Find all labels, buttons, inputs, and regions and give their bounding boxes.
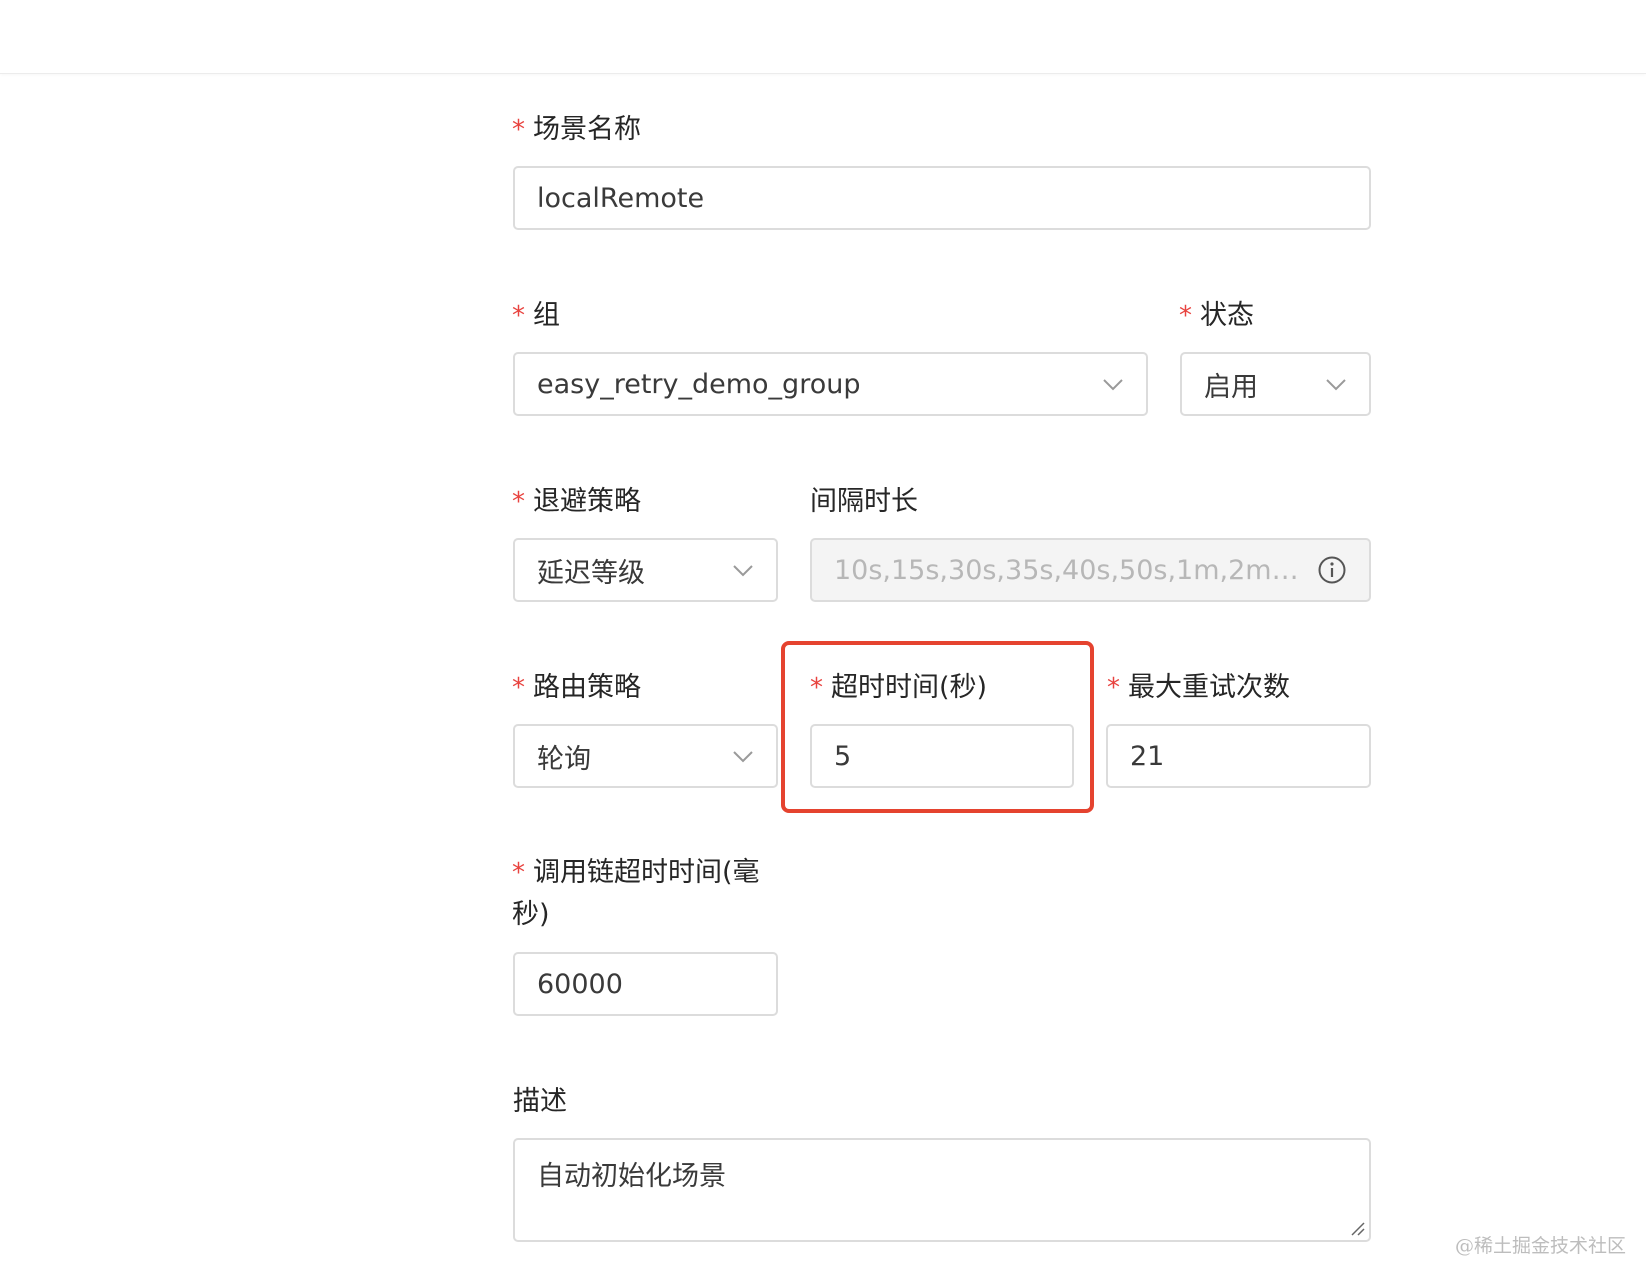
scene-name-label: * 场景名称 — [512, 110, 641, 150]
top-bar — [0, 0, 1646, 74]
group-select[interactable]: easy_retry_demo_group — [513, 352, 1148, 416]
status-label: * 状态 — [1179, 296, 1254, 336]
max-retry-value: 21 — [1130, 740, 1165, 772]
trace-timeout-label: * 调用链超时时间(毫秒) — [512, 852, 782, 936]
scene-name-value: localRemote — [537, 182, 705, 214]
required-mark: * — [512, 115, 525, 145]
status-label-text: 状态 — [1200, 300, 1254, 331]
description-value: 自动初始化场景 — [537, 1161, 726, 1192]
group-value: easy_retry_demo_group — [537, 368, 861, 400]
max-retry-label-text: 最大重试次数 — [1128, 672, 1290, 703]
required-mark: * — [512, 487, 525, 517]
trace-timeout-label-text: 调用链超时时间(毫秒) — [512, 857, 760, 930]
interval-value: 10s,15s,30s,35s,40s,50s,1m,2m,... — [834, 554, 1303, 586]
required-mark: * — [1107, 673, 1120, 703]
route-strategy-select[interactable]: 轮询 — [513, 724, 778, 788]
route-strategy-value: 轮询 — [537, 743, 591, 775]
required-mark: * — [512, 858, 525, 888]
route-strategy-label: * 路由策略 — [512, 668, 641, 708]
required-mark: * — [810, 673, 823, 703]
interval-label-text: 间隔时长 — [810, 486, 918, 517]
status-value: 启用 — [1204, 371, 1258, 403]
required-mark: * — [512, 301, 525, 331]
max-retry-input[interactable]: 21 — [1106, 724, 1371, 788]
max-retry-label: * 最大重试次数 — [1107, 668, 1290, 708]
timeout-value: 5 — [834, 740, 852, 772]
status-select[interactable]: 启用 — [1180, 352, 1371, 416]
backoff-strategy-select[interactable]: 延迟等级 — [513, 538, 778, 602]
required-mark: * — [1179, 301, 1192, 331]
backoff-strategy-label: * 退避策略 — [512, 482, 641, 522]
watermark-text: @稀土掘金技术社区 — [1454, 1235, 1626, 1257]
info-circle-icon[interactable] — [1317, 555, 1347, 585]
trace-timeout-input[interactable]: 60000 — [513, 952, 778, 1016]
route-strategy-label-text: 路由策略 — [533, 672, 641, 703]
resize-handle-icon[interactable] — [1349, 1220, 1365, 1236]
description-textarea[interactable]: 自动初始化场景 — [513, 1138, 1371, 1242]
scene-name-label-text: 场景名称 — [533, 114, 641, 145]
chevron-down-icon — [733, 751, 753, 763]
timeout-label: * 超时时间(秒) — [810, 668, 987, 708]
chevron-down-icon — [1103, 379, 1123, 391]
interval-input[interactable]: 10s,15s,30s,35s,40s,50s,1m,2m,... — [810, 538, 1371, 602]
scene-name-input[interactable]: localRemote — [513, 166, 1371, 230]
group-label-text: 组 — [533, 300, 560, 331]
chevron-down-icon — [1326, 379, 1346, 391]
timeout-label-text: 超时时间(秒) — [831, 672, 988, 703]
description-label-text: 描述 — [513, 1086, 567, 1117]
backoff-strategy-label-text: 退避策略 — [533, 486, 641, 517]
description-label: 描述 — [513, 1082, 567, 1122]
timeout-input[interactable]: 5 — [810, 724, 1074, 788]
backoff-strategy-value: 延迟等级 — [537, 557, 645, 589]
interval-label: 间隔时长 — [810, 482, 918, 522]
chevron-down-icon — [733, 565, 753, 577]
trace-timeout-value: 60000 — [537, 968, 623, 1000]
group-label: * 组 — [512, 296, 560, 336]
required-mark: * — [512, 673, 525, 703]
